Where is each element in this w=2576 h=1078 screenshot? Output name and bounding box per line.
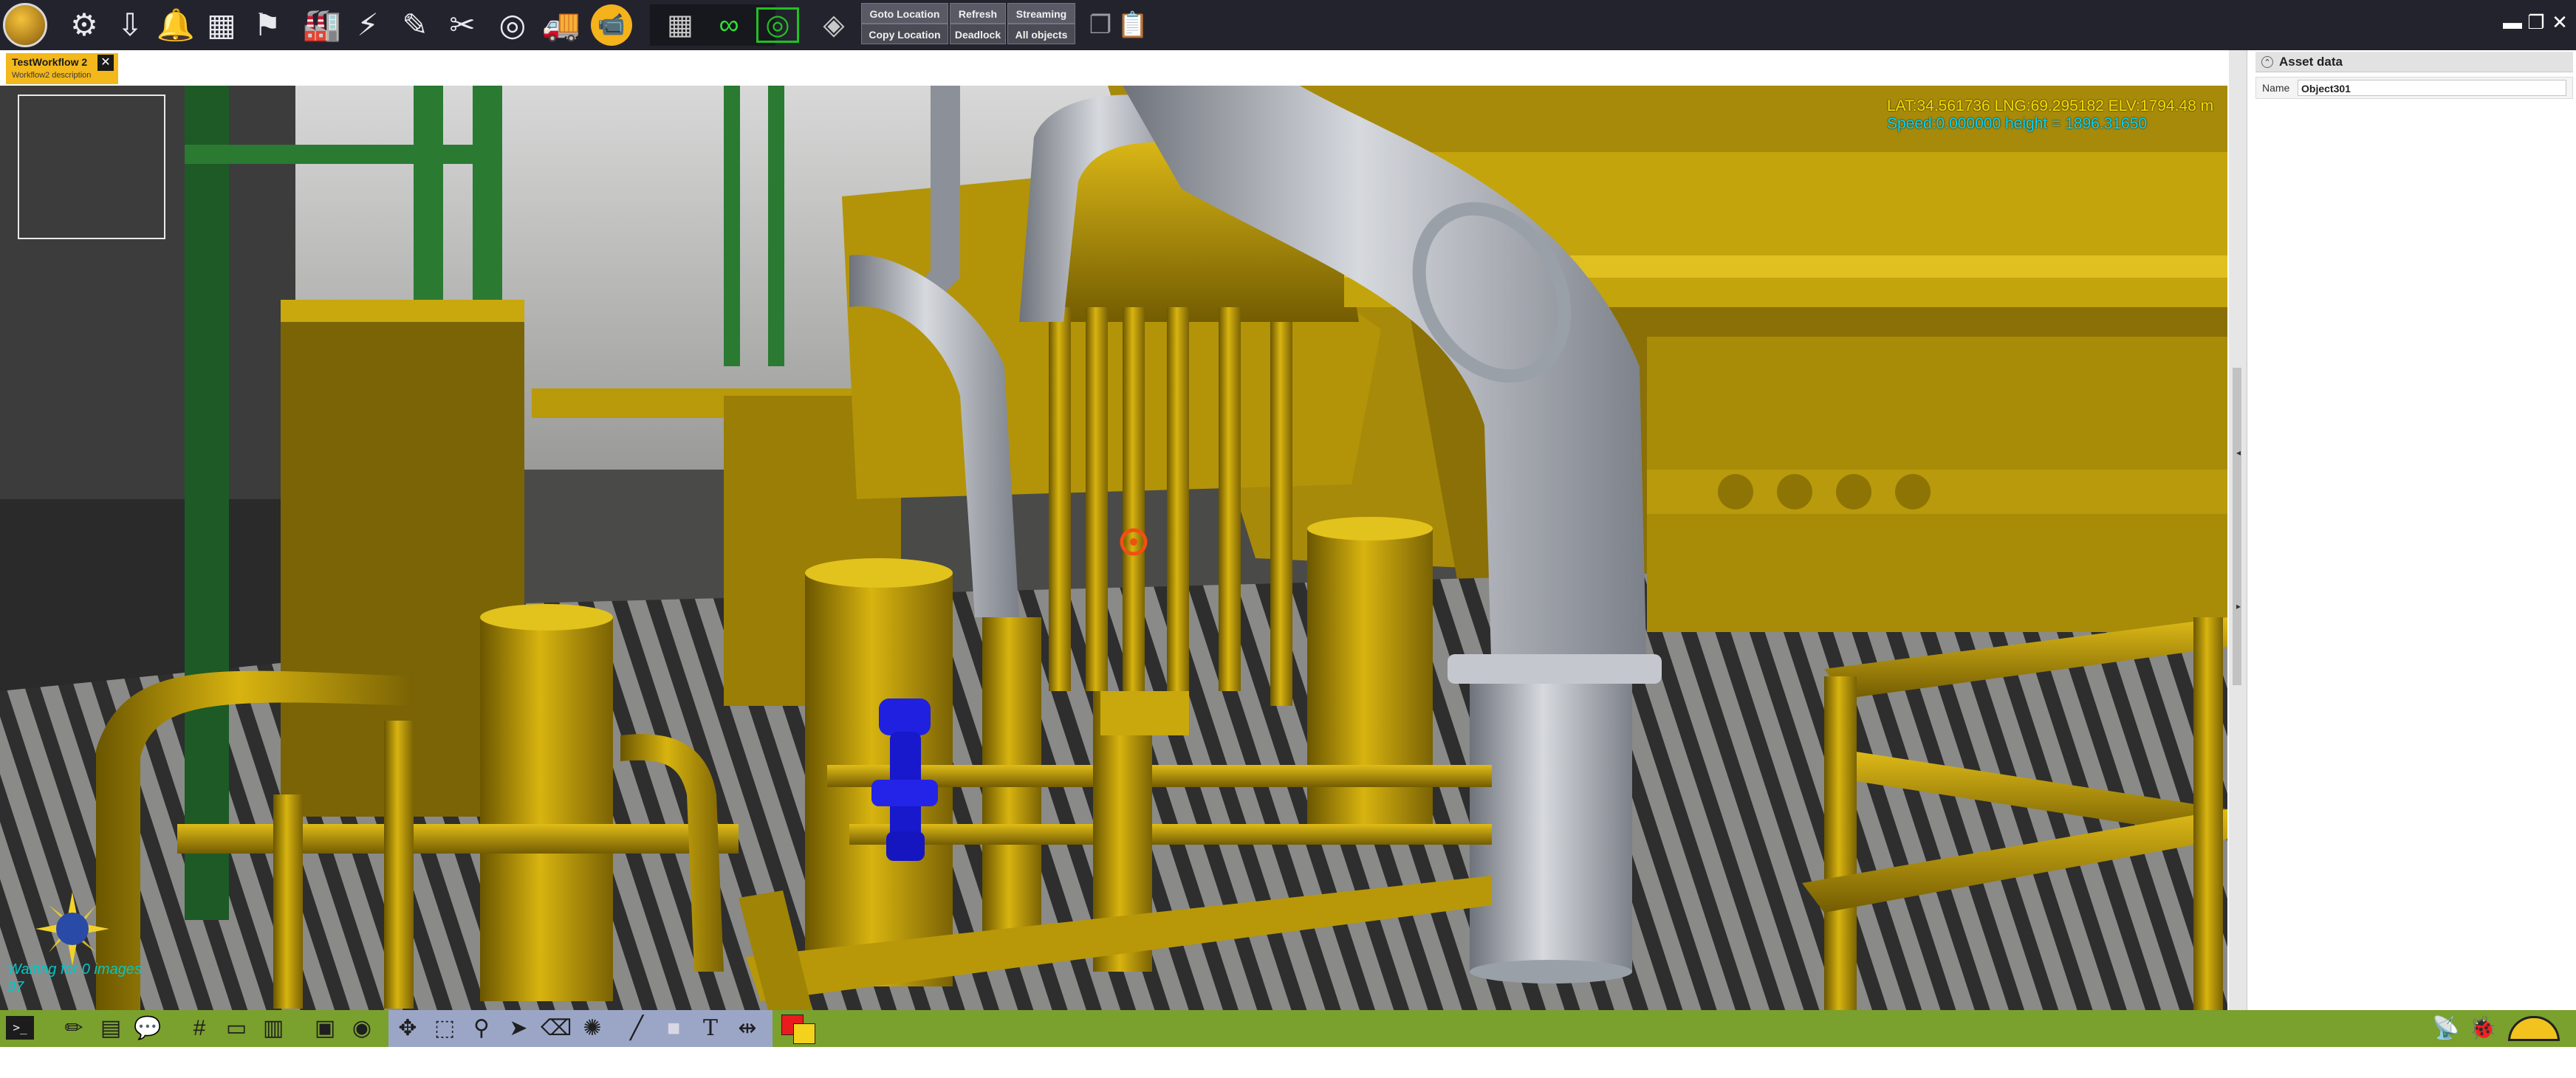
frame-counter: 97	[7, 979, 24, 995]
text-icon[interactable]: T	[696, 1015, 725, 1043]
expand-right-icon[interactable]: ▸	[2233, 601, 2244, 611]
drawing-toolbar: >_ ✏ ▤ 💬 # ▭ ▥ ▣ ◉ ✥ ⬚ ⚲ ➤ ⌫ ✺ ╱ ■ T ⇹ 📡…	[0, 1010, 2576, 1047]
all-objects-button[interactable]: All objects	[1007, 24, 1075, 44]
refresh-button[interactable]: Refresh	[950, 3, 1006, 24]
scrollbar-thumb[interactable]	[2233, 368, 2241, 685]
restore-icon[interactable]: ❐	[2526, 12, 2546, 32]
plant-3d-scene[interactable]	[0, 86, 2227, 1010]
tower-icon[interactable]: ⚡	[347, 4, 388, 46]
download-icon[interactable]: ⇩	[109, 4, 151, 46]
color-picker[interactable]	[781, 1015, 815, 1044]
collapse-left-icon[interactable]: ◂	[2233, 447, 2244, 458]
frame-icon[interactable]: ▭	[222, 1015, 251, 1043]
tab-close-icon[interactable]: ✕	[97, 55, 114, 71]
collapse-chevron-icon[interactable]: ⌃	[2261, 56, 2273, 68]
coordinate-readout: LAT:34.561736 LNG:69.295182 ELV:1794.48 …	[1887, 97, 2214, 114]
stamp-icon[interactable]: ⚲	[467, 1015, 496, 1043]
app-logo-icon[interactable]	[3, 3, 47, 47]
asset-data-header[interactable]: ⌃ Asset data	[2255, 52, 2573, 72]
goto-location-button[interactable]: Goto Location	[861, 3, 948, 24]
rectangle-icon[interactable]: ■	[659, 1015, 688, 1043]
tab-description: Workflow2 description	[12, 71, 92, 80]
asset-name-field[interactable]: Object301	[2298, 80, 2566, 96]
asset-side-panel: ◂ ▸ ⌃ Asset data Name Object301	[2227, 50, 2576, 1010]
measure-icon[interactable]: ⇹	[733, 1015, 762, 1043]
move-icon[interactable]: ✥	[393, 1015, 422, 1043]
line-icon[interactable]: ╱	[622, 1015, 651, 1043]
target-icon[interactable]: ◎	[492, 4, 533, 46]
minimize-icon[interactable]: ▬	[2502, 12, 2523, 32]
layers-icon[interactable]: ▤	[96, 1015, 126, 1043]
footer-strip	[0, 1047, 2576, 1078]
comment-icon[interactable]: 💬	[133, 1015, 162, 1043]
secondary-color-swatch[interactable]	[793, 1023, 815, 1044]
wrench-cross-icon[interactable]: ✂	[442, 4, 483, 46]
surveyor-icon[interactable]: ⚑	[247, 4, 288, 46]
panel-scrollbar[interactable]: ◂ ▸	[2229, 50, 2247, 1010]
wireless-icon[interactable]: 📡	[2430, 1015, 2462, 1043]
tab-title: TestWorkflow 2	[12, 56, 88, 68]
minimap-frame[interactable]	[18, 95, 165, 239]
aperture-icon[interactable]: ✺	[578, 1015, 607, 1043]
workflow-tabstrip: TestWorkflow 2 Workflow2 description ✕	[0, 50, 2227, 136]
pencil-icon[interactable]: ✏	[59, 1015, 89, 1043]
speed-readout: Speed:0.000000 height = 1896.31650	[1887, 115, 2148, 132]
hatch-icon[interactable]: ▥	[258, 1015, 288, 1043]
bug-icon[interactable]: 🐞	[2467, 1015, 2499, 1043]
pen-icon[interactable]: ✎	[394, 4, 436, 46]
cube-icon[interactable]: ◈	[812, 7, 855, 43]
bell-icon[interactable]: 🔔	[155, 4, 196, 46]
eraser-icon[interactable]: ⌫	[541, 1015, 572, 1043]
pointer-icon[interactable]: ➤	[504, 1015, 533, 1043]
orbit-icon[interactable]: ◉	[347, 1015, 377, 1043]
stereo-box-icon[interactable]: ◎	[756, 7, 799, 43]
deadlock-button[interactable]: Deadlock	[950, 24, 1006, 44]
select-box-icon[interactable]: ⬚	[430, 1015, 459, 1043]
vr-goggles-icon[interactable]: ∞	[708, 7, 750, 43]
robot-tools-icon[interactable]: ⚙	[64, 4, 105, 46]
close-icon[interactable]: ✕	[2549, 12, 2570, 32]
tab-testworkflow-2[interactable]: TestWorkflow 2 Workflow2 description ✕	[6, 53, 118, 84]
streaming-button[interactable]: Streaming	[1007, 3, 1075, 24]
asset-panel-body: ⌃ Asset data Name Object301	[2250, 50, 2576, 1010]
control-panel-icon[interactable]: ▦	[201, 4, 242, 46]
grid-icon[interactable]: #	[185, 1015, 214, 1043]
asset-data-title: Asset data	[2279, 55, 2343, 69]
truck-icon[interactable]: 🚚	[541, 4, 582, 46]
grid-view-icon[interactable]: ▦	[659, 7, 702, 43]
asset-name-label: Name	[2262, 82, 2290, 94]
terminal-icon[interactable]: >_	[6, 1016, 34, 1040]
copy-location-button[interactable]: Copy Location	[861, 24, 948, 44]
image-icon[interactable]: ▣	[310, 1015, 340, 1043]
speed-gauge-icon[interactable]	[2508, 1016, 2560, 1041]
building-icon[interactable]: 🏭	[301, 4, 343, 46]
asset-name-row: Name Object301	[2255, 77, 2573, 99]
3d-viewport[interactable]: LAT:34.561736 LNG:69.295182 ELV:1794.48 …	[0, 86, 2227, 1010]
main-toolbar: ⚙ ⇩ 🔔 ▦ ⚑ 🏭 ⚡ ✎ ✂ ◎ 🚚 📹 ▦ ∞ ◎ ◈ Goto Loc…	[0, 0, 2576, 50]
paste-icon[interactable]: 📋	[1112, 4, 1154, 46]
camera-icon[interactable]: 📹	[591, 4, 632, 46]
image-queue-status: Waiting for 0 images	[7, 961, 142, 978]
